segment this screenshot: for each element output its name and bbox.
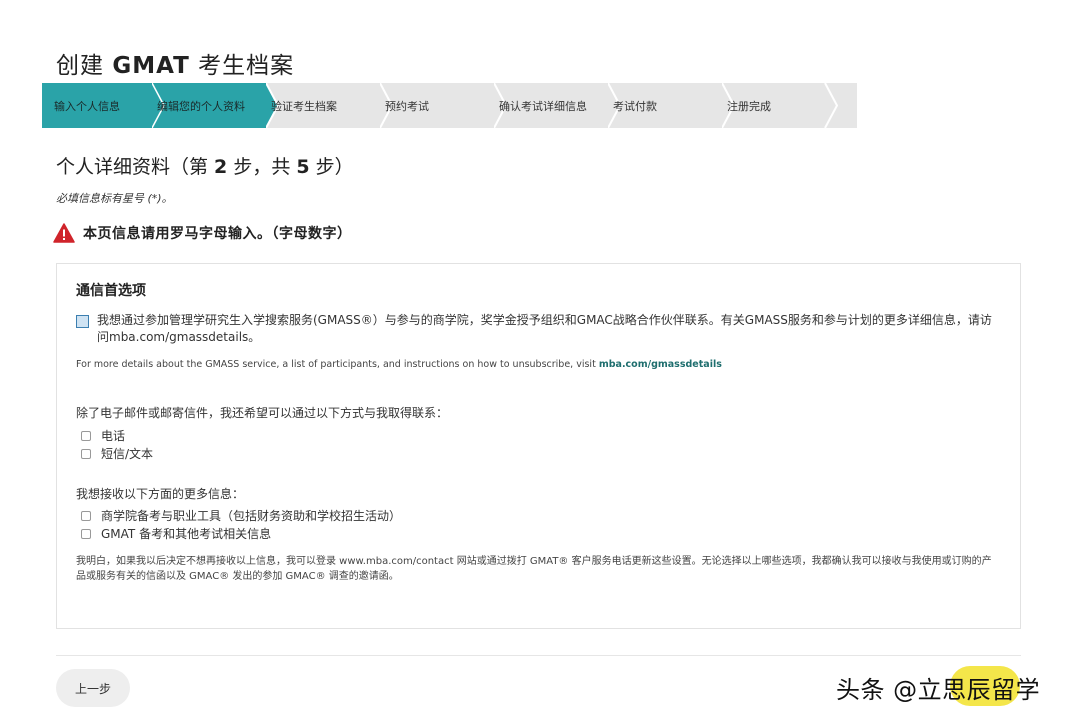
gmass-checkbox[interactable] [76,315,89,328]
warning-triangle-icon [53,223,75,243]
step-verify-profile: 验证考生档案 [266,83,392,128]
communication-preferences-panel: 通信首选项 我想通过参加管理学研究生入学搜索服务(GMASS®）与参与的商学院，… [56,263,1021,629]
panel-title: 通信首选项 [76,283,146,299]
gmat-prep-checkbox[interactable] [81,528,91,539]
gmass-option-label: 我想通过参加管理学研究生入学搜索服务(GMASS®）与参与的商学院，奖学金授予组… [97,313,992,344]
step-exam-payment: 考试付款 [608,83,734,128]
more-info-question: 我想接收以下方面的更多信息： [76,487,245,501]
step-label: 验证考生档案 [271,99,337,113]
step-label: 考试付款 [613,99,657,113]
romanization-warning: 本页信息请用罗马字母输入。（字母数字） [53,223,352,243]
gmass-details-link[interactable]: mba.com/gmassdetails [599,359,722,370]
option-label: 商学院备考与职业工具（包括财务资助和学校招生活动） [101,509,402,523]
footer-divider [56,655,1021,656]
contact-method-question: 除了电子邮件或邮寄信件，我还希望可以通过以下方式与我取得联系： [76,406,449,420]
step-confirm-exam-details: 确认考试详细信息 [494,83,620,128]
contact-option-sms[interactable]: 短信/文本 [81,445,153,462]
phone-checkbox[interactable] [81,430,91,441]
page-title: 创建 GMAT 考生档案 [56,53,295,79]
back-button[interactable]: 上一步 [56,669,130,707]
watermark: 头条 @立思辰留学 [836,676,1041,704]
section-heading: 个人详细资料（第 2 步，共 5 步） [56,156,354,178]
step-book-exam: 预约考试 [380,83,506,128]
step-label: 注册完成 [727,99,771,113]
step-edit-profile: 编辑您的个人资料 [152,83,278,128]
step-label: 输入个人信息 [54,99,120,113]
contact-option-phone[interactable]: 电话 [81,427,125,444]
step-label: 编辑您的个人资料 [157,99,245,113]
step-label: 预约考试 [385,99,429,113]
sms-checkbox[interactable] [81,448,91,459]
gmass-option-row: 我想通过参加管理学研究生入学搜索服务(GMASS®）与参与的商学院，奖学金授予组… [76,312,1001,346]
option-label: 电话 [101,429,126,443]
progress-stepper: 输入个人信息 编辑您的个人资料 验证考生档案 预约考试 确认考试详细信息 考试付… [42,83,857,128]
required-fields-note: 必填信息标有星号 (*)。 [56,192,173,205]
warning-text: 本页信息请用罗马字母输入。（字母数字） [83,226,352,242]
step-label: 确认考试详细信息 [499,99,587,113]
info-option-business-school[interactable]: 商学院备考与职业工具（包括财务资助和学校招生活动） [81,507,401,524]
business-school-checkbox[interactable] [81,510,91,521]
option-label: GMAT 备考和其他考试相关信息 [101,527,272,541]
option-label: 短信/文本 [101,447,154,461]
gmass-info-note: For more details about the GMASS service… [76,359,722,370]
step-registration-complete: 注册完成 [722,83,857,128]
info-option-gmat-prep[interactable]: GMAT 备考和其他考试相关信息 [81,525,271,542]
step-enter-personal-info: 输入个人信息 [42,83,164,128]
consent-disclaimer: 我明白，如果我以后决定不想再接收以上信息，我可以登录 www.mba.com/c… [76,556,992,582]
